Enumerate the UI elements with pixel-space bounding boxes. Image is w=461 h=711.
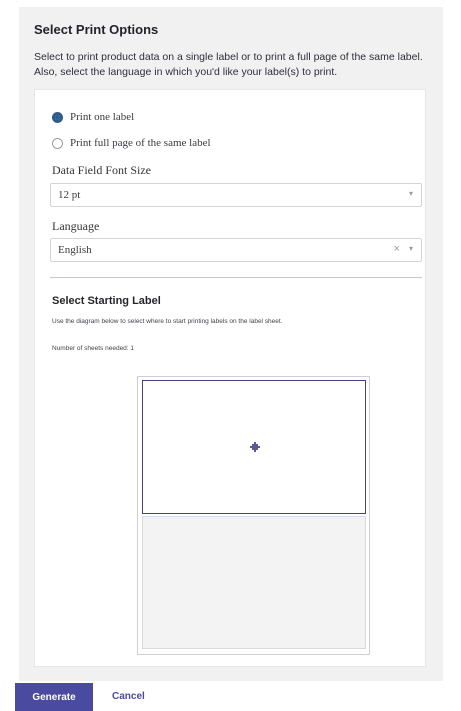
label-cell-1[interactable]: [142, 380, 366, 514]
label-cell-2[interactable]: [142, 516, 366, 649]
print-full-page-label: Print full page of the same label: [70, 137, 211, 149]
panel-description: Select to print product data on a single…: [34, 51, 423, 78]
font-size-value: 12 pt: [58, 189, 81, 201]
print-options-card: Print one label Print full page of the s…: [34, 89, 426, 667]
clear-icon[interactable]: ×: [394, 243, 400, 255]
sheets-needed-text: Number of sheets needed: 1: [52, 345, 135, 352]
radio-print-one-label[interactable]: [52, 111, 63, 123]
print-full-page-option[interactable]: Print full page of the same label: [52, 137, 211, 149]
chevron-down-icon[interactable]: ▾: [409, 244, 413, 253]
language-value: English: [58, 244, 92, 256]
starting-label-hint: Use the diagram below to select where to…: [52, 318, 283, 325]
starting-label-title: Select Starting Label: [52, 295, 161, 307]
print-one-label-label: Print one label: [70, 111, 135, 123]
font-size-select[interactable]: 12 pt ▾: [50, 183, 422, 207]
radio-print-full-page[interactable]: [52, 137, 63, 149]
target-icon: [250, 442, 260, 452]
language-select[interactable]: English × ▾: [50, 238, 422, 262]
section-divider: [50, 277, 422, 278]
print-options-panel: Select Print Options Select to print pro…: [19, 7, 443, 681]
language-label: Language: [52, 219, 100, 233]
font-size-label: Data Field Font Size: [52, 163, 151, 177]
chevron-down-icon[interactable]: ▾: [409, 189, 413, 198]
cancel-button[interactable]: Cancel: [112, 683, 145, 711]
generate-button[interactable]: Generate: [15, 683, 93, 711]
label-sheet-diagram: [137, 376, 370, 655]
panel-title: Select Print Options: [34, 22, 159, 37]
print-one-label-option[interactable]: Print one label: [52, 111, 134, 123]
